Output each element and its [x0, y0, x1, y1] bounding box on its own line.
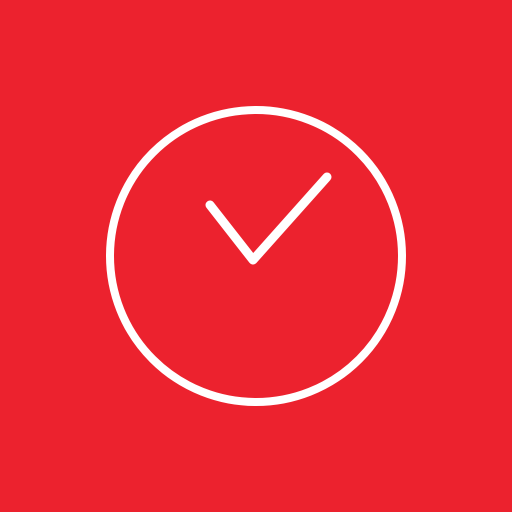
checkmark-clock-hands — [205, 172, 332, 265]
app-icon — [0, 0, 512, 512]
clock-check-icon — [106, 106, 406, 406]
